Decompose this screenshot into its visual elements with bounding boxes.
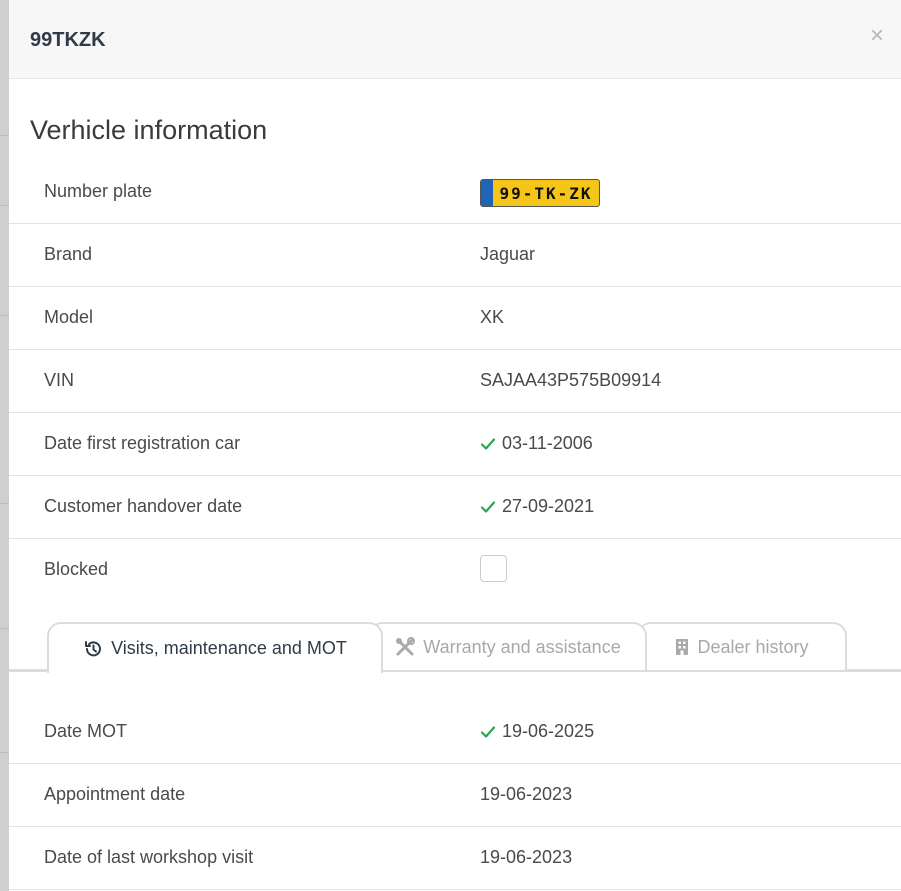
info-row-vin: VIN SAJAA43P575B09914 <box>9 350 901 413</box>
row-value: 19-06-2023 <box>480 847 573 867</box>
backdrop-divider <box>0 205 9 206</box>
vehicle-modal: 99TKZK × Verhicle information Number pla… <box>9 0 901 891</box>
plate-text: 99-TK-ZK <box>499 183 593 203</box>
row-label: VIN <box>44 370 75 390</box>
row-value: XK <box>480 307 505 327</box>
number-plate-badge: 99-TK-ZK <box>480 179 600 207</box>
row-label: Date MOT <box>44 721 128 741</box>
section-title: Verhicle information <box>30 115 268 145</box>
info-row-appointment-date: Appointment date 19-06-2023 <box>9 764 901 827</box>
history-icon <box>85 640 102 656</box>
row-label: Number plate <box>44 181 153 201</box>
info-row-first-registration: Date first registration car 03-11-2006 <box>9 413 901 476</box>
check-icon <box>480 500 496 513</box>
tab-dealer-history[interactable]: Dealer history <box>637 622 847 670</box>
backdrop-divider <box>0 628 9 629</box>
row-label: Date of last workshop visit <box>44 847 254 867</box>
check-icon <box>480 725 496 738</box>
row-label: Model <box>44 307 94 327</box>
backdrop-divider <box>0 135 9 136</box>
visits-table: Date MOT 19-06-2025 Appointment date 19-… <box>9 701 901 890</box>
row-label: Brand <box>44 244 93 264</box>
close-button[interactable]: × <box>870 24 884 48</box>
row-label: Customer handover date <box>44 496 243 516</box>
backdrop-divider <box>0 503 9 504</box>
row-value: 27-09-2021 <box>480 496 594 517</box>
row-value: 19-06-2023 <box>480 784 573 804</box>
tab-label: Visits, maintenance and MOT <box>111 638 347 658</box>
row-value: Jaguar <box>480 244 536 264</box>
row-label: Appointment date <box>44 784 186 804</box>
info-row-date-mot: Date MOT 19-06-2025 <box>9 701 901 764</box>
info-row-brand: Brand Jaguar <box>9 224 901 287</box>
row-label: Date first registration car <box>44 433 241 453</box>
blocked-checkbox[interactable] <box>480 555 507 582</box>
tools-icon <box>396 637 416 656</box>
backdrop-divider <box>0 315 9 316</box>
modal-title: 99TKZK <box>30 29 106 51</box>
row-value-text: 27-09-2021 <box>502 496 595 516</box>
row-label: Blocked <box>44 559 109 579</box>
info-row-last-workshop-visit: Date of last workshop visit 19-06-2023 <box>9 827 901 890</box>
row-value: SAJAA43P575B09914 <box>480 370 662 390</box>
check-icon <box>480 437 496 450</box>
backdrop-divider <box>0 752 9 753</box>
info-row-blocked: Blocked <box>9 539 901 601</box>
row-value-text: 19-06-2025 <box>502 721 595 741</box>
backdrop-left-strip <box>0 0 9 891</box>
tab-label: Dealer history <box>697 636 809 657</box>
info-row-model: Model XK <box>9 287 901 350</box>
info-row-number-plate: Number plate 99-TK-ZK <box>9 161 901 224</box>
plate-eu-strip <box>481 180 493 206</box>
building-icon <box>676 639 689 655</box>
row-value: 19-06-2025 <box>480 721 594 742</box>
row-value: 03-11-2006 <box>480 433 593 454</box>
info-row-handover-date: Customer handover date 27-09-2021 <box>9 476 901 539</box>
tab-warranty[interactable]: Warranty and assistance <box>369 622 647 670</box>
tab-bar: Dealer history Warranty and assistance V… <box>9 620 901 673</box>
vehicle-info-table: Number plate 99-TK-ZK Brand Jaguar Model… <box>9 161 901 601</box>
row-value-text: 03-11-2006 <box>502 433 593 453</box>
modal-header: 99TKZK × <box>9 0 901 79</box>
tab-visits[interactable]: Visits, maintenance and MOT <box>47 622 383 673</box>
tab-label: Warranty and assistance <box>423 636 621 657</box>
